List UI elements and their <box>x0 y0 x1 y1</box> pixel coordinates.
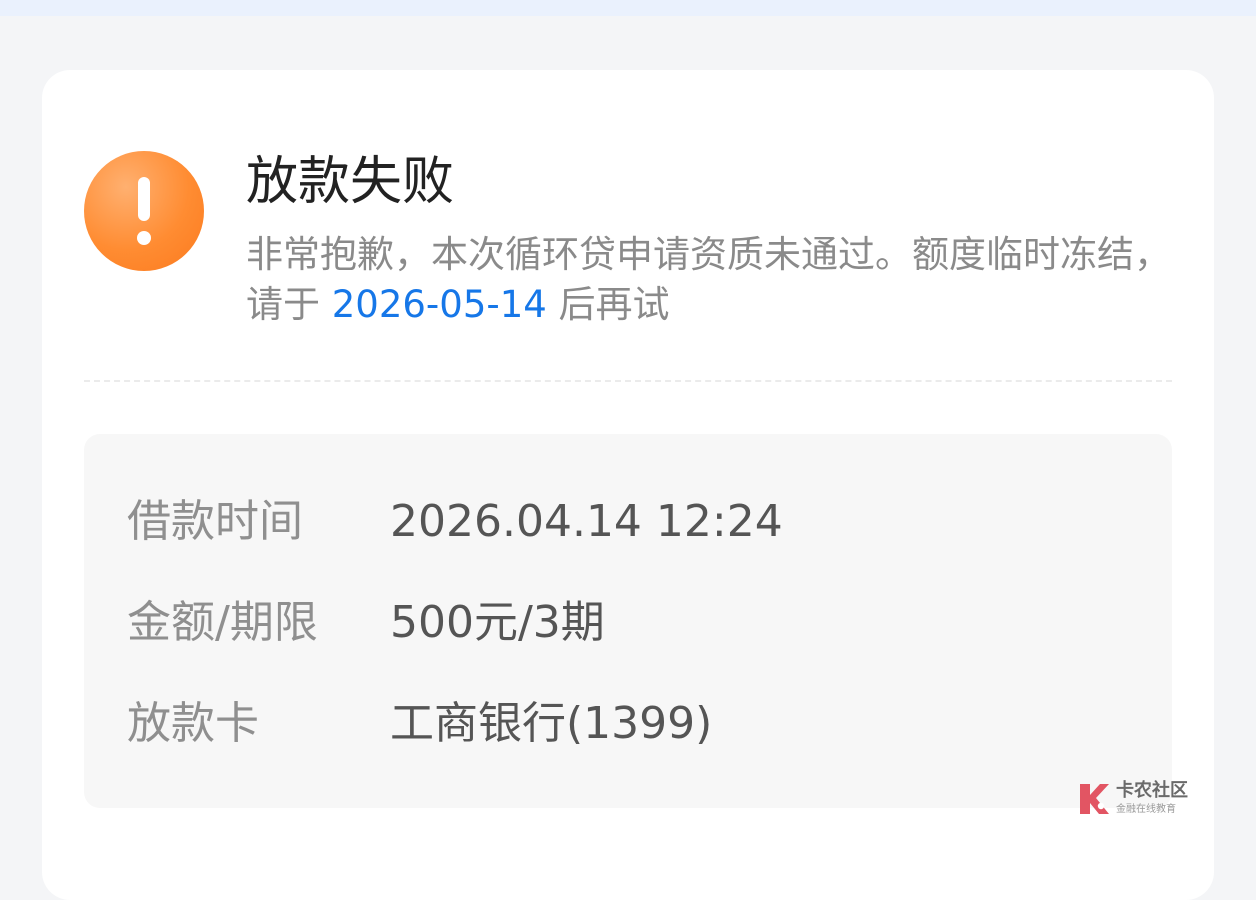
loan-details-panel: 借款时间 2026.04.14 12:24 金额/期限 500元/3期 放款卡 … <box>84 434 1172 808</box>
status-title: 放款失败 <box>246 152 455 212</box>
retry-date: 2026-05-14 <box>331 283 547 326</box>
exclamation-bar <box>138 177 150 221</box>
status-message-suffix: 后再试 <box>546 283 670 326</box>
watermark-name: 卡农社区 <box>1116 780 1188 801</box>
amount-term-label: 金额/期限 <box>127 597 318 648</box>
loan-time-value: 2026.04.14 12:24 <box>390 496 783 547</box>
watermark: 卡农社区 金融在线教育 <box>1074 778 1204 822</box>
kanong-logo-icon <box>1080 784 1109 814</box>
dashed-divider <box>84 380 1172 382</box>
exclamation-icon <box>84 151 204 271</box>
amount-term-value: 500元/3期 <box>390 597 605 648</box>
exclamation-dot <box>137 231 151 245</box>
status-message: 非常抱歉，本次循环贷申请资质未通过。额度临时冻结，请于 2026-05-14 后… <box>246 230 1176 330</box>
payout-card-value: 工商银行(1399) <box>390 698 713 749</box>
top-strip <box>0 0 1256 16</box>
watermark-slogan: 金融在线教育 <box>1116 804 1176 815</box>
loan-time-label: 借款时间 <box>127 496 303 547</box>
payout-card-label: 放款卡 <box>127 698 259 749</box>
